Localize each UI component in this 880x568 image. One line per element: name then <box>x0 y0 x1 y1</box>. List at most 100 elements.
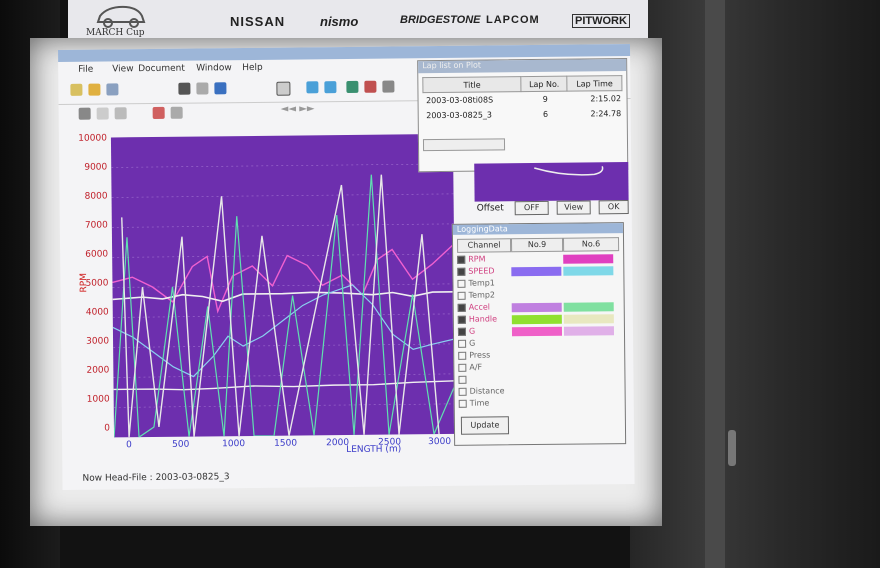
hand-tool-icon[interactable] <box>96 107 109 120</box>
x-tick: 1000 <box>222 439 246 450</box>
col-no9: No.9 <box>510 237 564 253</box>
help-icon[interactable] <box>214 82 227 95</box>
channel-checkbox[interactable] <box>457 303 466 312</box>
menu-view[interactable]: View <box>112 64 133 74</box>
channel-checkbox[interactable] <box>457 327 467 336</box>
offset-ok-button[interactable]: OK <box>598 200 629 215</box>
new-file-icon[interactable] <box>70 83 83 96</box>
channel-checkbox[interactable] <box>457 291 466 300</box>
menu-file[interactable]: File <box>78 65 93 75</box>
channel-row[interactable]: G <box>458 339 475 350</box>
channel-row[interactable]: Time <box>458 398 490 410</box>
x-tick: 1500 <box>274 438 298 449</box>
x-tick: 500 <box>172 439 190 450</box>
channel-row[interactable]: SPEED <box>457 266 495 277</box>
table-row[interactable]: 2003-03-0825_3 6 2:24.78 <box>423 106 622 123</box>
channel-label: Handle <box>468 314 498 324</box>
color-swatch[interactable] <box>511 302 562 313</box>
channel-checkbox[interactable] <box>457 255 466 264</box>
y-tick: 8000 <box>84 191 108 202</box>
nav-arrows-icon[interactable]: ◄◄ ►► <box>281 103 315 114</box>
telemetry-app-window: File View Document Window Help ◄◄ ►► 100… <box>58 44 635 490</box>
channel-checkbox[interactable] <box>457 279 466 288</box>
channel-label: Distance <box>469 386 505 396</box>
channel-row[interactable]: Press <box>458 350 490 361</box>
channel-label: Time <box>469 398 490 408</box>
marker-icon[interactable] <box>152 106 165 120</box>
ruler-icon[interactable] <box>170 106 183 119</box>
channel-row[interactable]: Temp2 <box>457 290 496 301</box>
menu-help[interactable]: Help <box>242 63 263 73</box>
channel-row[interactable]: Accel <box>457 302 491 313</box>
y-tick: 3000 <box>86 336 110 347</box>
channel-checkbox[interactable] <box>458 351 467 360</box>
color-swatch[interactable] <box>511 266 562 277</box>
color-swatch[interactable] <box>563 326 615 336</box>
layout-icon[interactable] <box>306 81 319 94</box>
sponsor-nismo: nismo <box>320 14 359 29</box>
color-swatch[interactable] <box>563 254 614 264</box>
logging-data-panel: LoggingData Channel No.9 No.6 RPM SPEED Te… <box>451 222 627 446</box>
channel-row[interactable]: Handle <box>457 314 498 325</box>
color-swatch[interactable] <box>563 314 614 324</box>
page-icon[interactable] <box>276 81 291 96</box>
col-channel: Channel <box>456 238 512 253</box>
door-handle <box>728 430 736 466</box>
march-cup-logo: MARCH Cup <box>86 5 146 38</box>
y-tick: 10000 <box>78 133 107 144</box>
lap-list-scrollbar[interactable] <box>422 138 506 152</box>
channel-row[interactable]: Temp1 <box>457 278 495 289</box>
print-icon[interactable] <box>196 82 209 95</box>
color-swatch[interactable] <box>511 314 562 325</box>
save-icon[interactable] <box>106 83 119 96</box>
channel-label: Accel <box>468 302 491 312</box>
channel-checkbox[interactable] <box>458 399 467 408</box>
graph-icon[interactable] <box>364 80 377 93</box>
open-folder-icon[interactable] <box>88 83 101 96</box>
channel-row[interactable]: G <box>457 327 475 338</box>
logging-title: LoggingData <box>452 223 623 235</box>
y-tick: 9000 <box>84 162 108 173</box>
channel-row[interactable]: Distance <box>458 386 505 397</box>
telemetry-plot[interactable] <box>110 133 457 438</box>
channel-label: SPEED <box>468 266 495 276</box>
status-bar: Now Head-File : 2003-03-0825_3 <box>82 472 230 484</box>
channel-row[interactable] <box>458 375 469 386</box>
offset-off-button[interactable]: OFF <box>514 200 549 216</box>
color-swatch[interactable] <box>511 326 563 337</box>
chart-icon[interactable] <box>346 80 359 93</box>
channel-checkbox[interactable] <box>458 339 467 348</box>
y-tick: 7000 <box>84 220 108 231</box>
channel-label: Temp1 <box>468 278 495 288</box>
col-title[interactable]: Title <box>422 76 522 93</box>
menu-window[interactable]: Window <box>196 63 232 73</box>
channel-checkbox[interactable] <box>457 315 466 324</box>
layout2-icon[interactable] <box>324 81 337 94</box>
settings-icon[interactable] <box>382 80 395 93</box>
col-no6: No.6 <box>562 237 620 252</box>
x-tick: 0 <box>126 440 132 451</box>
channel-checkbox[interactable] <box>457 267 466 276</box>
color-swatch[interactable] <box>563 266 614 276</box>
x-tick: 3000 <box>428 436 452 448</box>
cursor-tool-icon[interactable] <box>78 107 91 120</box>
channel-label: RPM <box>468 254 486 264</box>
sponsor-bridgestone: BRIDGESTONE <box>400 14 481 26</box>
col-time[interactable]: Lap Time <box>567 75 622 92</box>
menu-document[interactable]: Document <box>138 64 185 74</box>
offset-view-button[interactable]: View <box>556 200 591 215</box>
rpm-axis-label: RPM <box>79 272 90 293</box>
color-swatch[interactable] <box>563 302 614 312</box>
col-lap[interactable]: Lap No. <box>521 76 568 92</box>
update-button[interactable]: Update <box>460 416 510 435</box>
offset-bar: Offset OFF View OK <box>475 200 629 216</box>
channel-row[interactable]: RPM <box>457 254 486 266</box>
x-axis-label: LENGTH (m) <box>346 444 402 456</box>
zoom-tool-icon[interactable] <box>114 107 127 120</box>
track-map <box>474 162 629 202</box>
channel-checkbox[interactable] <box>458 387 467 396</box>
close-x-icon[interactable] <box>178 82 191 95</box>
channel-row[interactable]: A/F <box>458 363 482 374</box>
channel-checkbox[interactable] <box>458 375 467 384</box>
channel-checkbox[interactable] <box>458 363 467 372</box>
